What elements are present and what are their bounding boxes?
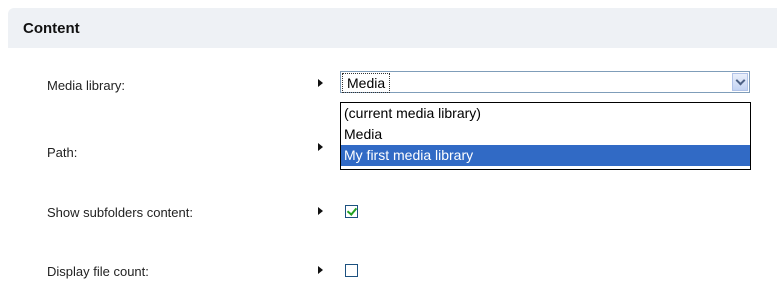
display-file-count-checkbox[interactable] bbox=[345, 264, 358, 277]
media-library-select-value: Media bbox=[342, 73, 391, 93]
panel-header: Content bbox=[8, 8, 777, 48]
dropdown-option-my-first-media-library[interactable]: My first media library bbox=[341, 145, 750, 166]
arrow-right-icon bbox=[318, 79, 323, 87]
display-file-count-label: Display file count: bbox=[47, 264, 149, 279]
dropdown-button[interactable] bbox=[732, 73, 748, 91]
dropdown-option-media[interactable]: Media bbox=[341, 124, 750, 145]
panel-title: Content bbox=[23, 20, 80, 37]
arrow-right-icon bbox=[318, 207, 323, 215]
arrow-right-icon bbox=[318, 266, 323, 274]
show-subfolders-checkbox[interactable] bbox=[345, 205, 358, 218]
media-library-select[interactable]: Media bbox=[340, 71, 750, 93]
show-subfolders-label: Show subfolders content: bbox=[47, 205, 193, 220]
media-library-label: Media library: bbox=[47, 78, 126, 93]
path-label: Path: bbox=[47, 145, 78, 160]
checkmark-icon bbox=[346, 205, 358, 216]
media-library-dropdown-list: (current media library) Media My first m… bbox=[340, 102, 751, 170]
chevron-down-icon bbox=[735, 75, 745, 85]
dropdown-option-current[interactable]: (current media library) bbox=[341, 103, 750, 124]
arrow-right-icon bbox=[318, 143, 323, 151]
